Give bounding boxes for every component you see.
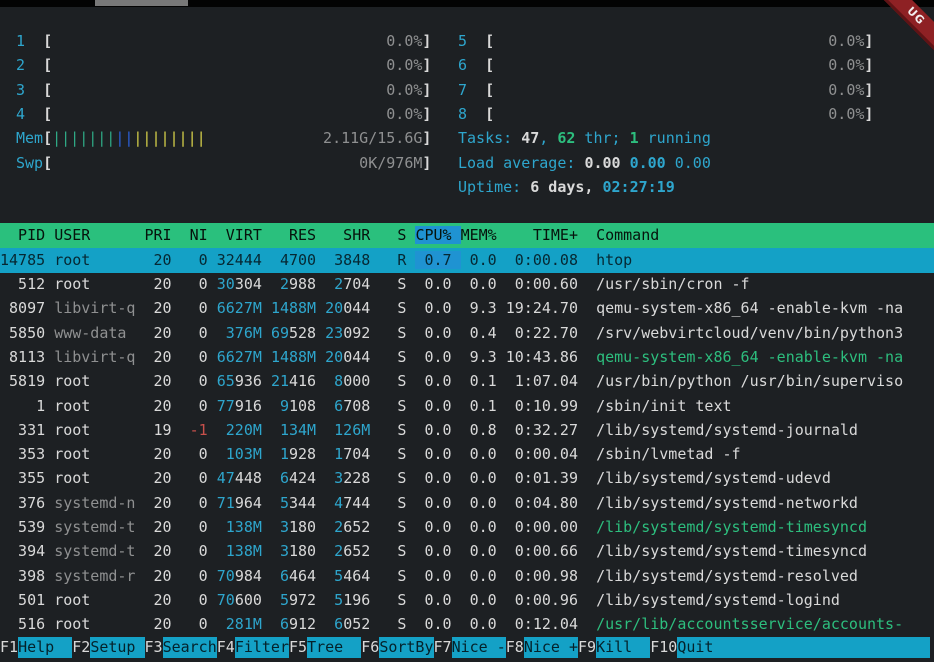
- fkey-f7[interactable]: F7: [434, 637, 452, 658]
- fkey-f6[interactable]: F6: [361, 637, 379, 658]
- tasks-summary: Tasks: 47, 62 thr; 1 running: [458, 126, 711, 151]
- process-row[interactable]: 5850 www-data 20 0 376M 69528 23092 S 0.…: [0, 321, 903, 346]
- fkey-label-nice-[interactable]: Nice +: [524, 637, 578, 658]
- column-header-s[interactable]: S: [397, 226, 415, 244]
- cpu-meter-2: 2 [ 0.0%]: [16, 53, 431, 78]
- process-row[interactable]: 8097 libvirt-q 20 0 6627M 1488M 20044 S …: [0, 296, 903, 321]
- fkey-f5[interactable]: F5: [289, 637, 307, 658]
- process-row[interactable]: 394 systemd-t 20 0 138M 3180 2652 S 0.0 …: [0, 539, 867, 564]
- fkey-f3[interactable]: F3: [145, 637, 163, 658]
- fkey-label-filter[interactable]: Filter: [235, 637, 289, 658]
- column-header-res[interactable]: RES: [271, 226, 325, 244]
- process-row[interactable]: 1 root 20 0 77916 9108 6708 S 0.0 0.1 0:…: [0, 394, 732, 419]
- fkey-f1[interactable]: F1: [0, 637, 18, 658]
- uptime: Uptime: 6 days, 02:27:19: [458, 175, 675, 200]
- process-row[interactable]: 353 root 20 0 103M 1928 1704 S 0.0 0.0 0…: [0, 442, 741, 467]
- column-header-mem[interactable]: MEM%: [461, 226, 506, 244]
- process-row[interactable]: 539 systemd-t 20 0 138M 3180 2652 S 0.0 …: [0, 515, 867, 540]
- column-header-command[interactable]: Command: [596, 226, 659, 244]
- process-row[interactable]: 376 systemd-n 20 0 71964 5344 4744 S 0.0…: [0, 491, 858, 516]
- load-average: Load average: 0.00 0.00 0.00: [458, 151, 711, 176]
- fkey-label-tree[interactable]: Tree: [307, 637, 361, 658]
- cpu-meter-6: 6 [ 0.0%]: [458, 53, 873, 78]
- swap-meter: Swp[ 0K/976M]: [16, 151, 431, 176]
- process-row[interactable]: 331 root 19 -1 220M 134M 126M S 0.0 0.8 …: [0, 418, 858, 443]
- cpu-meter-5: 5 [ 0.0%]: [458, 29, 873, 54]
- fkey-label-kill[interactable]: Kill: [596, 637, 650, 658]
- column-header-shr[interactable]: SHR: [325, 226, 397, 244]
- cpu-meter-3: 3 [ 0.0%]: [16, 78, 431, 103]
- cpu-meter-1: 1 [ 0.0%]: [16, 29, 431, 54]
- debug-ribbon: UG: [878, 0, 934, 54]
- fkey-label-help[interactable]: Help: [18, 637, 72, 658]
- column-header-time+[interactable]: TIME+: [506, 226, 596, 244]
- memory-meter: Mem[||||||||||||||||| 2.11G/15.6G]: [16, 126, 431, 151]
- process-row[interactable]: 5819 root 20 0 65936 21416 8000 S 0.0 0.…: [0, 369, 903, 394]
- fkey-f4[interactable]: F4: [217, 637, 235, 658]
- process-row[interactable]: 8113 libvirt-q 20 0 6627M 1488M 20044 S …: [0, 345, 903, 370]
- fkey-label-setup[interactable]: Setup: [90, 637, 144, 658]
- fbar-filler: [732, 637, 930, 658]
- process-row[interactable]: 512 root 20 0 30304 2988 2704 S 0.0 0.0 …: [0, 272, 750, 297]
- fkey-label-search[interactable]: Search: [163, 637, 217, 658]
- cpu-meter-7: 7 [ 0.0%]: [458, 78, 873, 103]
- fkey-label-nice-[interactable]: Nice -: [452, 637, 506, 658]
- column-header-pid[interactable]: PID: [0, 226, 54, 244]
- process-row[interactable]: 501 root 20 0 70600 5972 5196 S 0.0 0.0 …: [0, 588, 840, 613]
- fkey-f2[interactable]: F2: [72, 637, 90, 658]
- process-row[interactable]: 398 systemd-r 20 0 70984 6464 5464 S 0.0…: [0, 564, 858, 589]
- column-header-pri[interactable]: PRI: [145, 226, 181, 244]
- process-row[interactable]: 14785 root 20 0 32444 4700 3848 R 0.7 0.…: [0, 248, 934, 273]
- top-tab-indicator: [95, 0, 188, 6]
- fkey-f9[interactable]: F9: [578, 637, 596, 658]
- column-header-cpu[interactable]: CPU%: [415, 226, 460, 244]
- fkey-label-sortby[interactable]: SortBy: [379, 637, 433, 658]
- fkey-f8[interactable]: F8: [506, 637, 524, 658]
- cpu-meter-8: 8 [ 0.0%]: [458, 102, 873, 127]
- process-row[interactable]: 355 root 20 0 47448 6424 3228 S 0.0 0.0 …: [0, 466, 831, 491]
- fkey-f10[interactable]: F10: [650, 637, 677, 658]
- column-header-virt[interactable]: VIRT: [217, 226, 271, 244]
- column-header-user[interactable]: USER: [54, 226, 144, 244]
- window-top-strip: [0, 0, 934, 7]
- process-row[interactable]: 516 root 20 0 281M 6912 6052 S 0.0 0.0 0…: [0, 612, 903, 637]
- htop-terminal: UG 1 [ 0.0%]2 [ 0.0%]3 [ 0.0%]4 [ 0.0%] 5…: [0, 0, 934, 662]
- fkey-label-quit[interactable]: Quit: [677, 637, 731, 658]
- cpu-meter-4: 4 [ 0.0%]: [16, 102, 431, 127]
- function-key-bar: F1Help F2Setup F3SearchF4FilterF5Tree F6…: [0, 637, 930, 658]
- process-table-header: PID USER PRI NI VIRT RES SHR S CPU% MEM%…: [0, 223, 934, 248]
- column-header-ni[interactable]: NI: [181, 226, 217, 244]
